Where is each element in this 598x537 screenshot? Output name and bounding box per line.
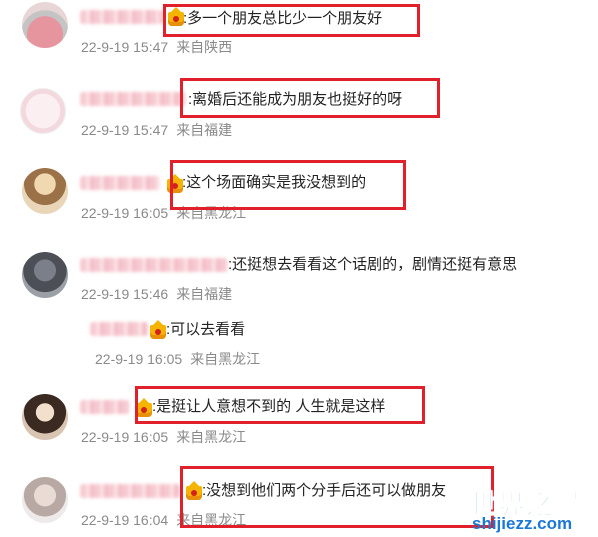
comment-meta: 22-9-19 15:47 来自陕西 [81, 38, 232, 56]
avatar[interactable] [20, 88, 66, 134]
comment-text: :还挺想去看看这个话剧的，剧情还挺有意思 [228, 256, 518, 273]
highlight-box [170, 160, 406, 210]
comment-time: 22-9-19 15:47 [81, 122, 169, 138]
username[interactable] [80, 484, 180, 498]
highlight-box [163, 4, 420, 37]
comment-location: 来自福建 [176, 286, 233, 302]
avatar[interactable] [22, 394, 68, 440]
watermark-url: shijiezz.com [472, 514, 573, 533]
comment-meta: 22-9-19 15:47 来自福建 [81, 121, 232, 139]
highlight-box [180, 466, 494, 528]
highlight-box [135, 386, 425, 424]
comment-location: 来自陕西 [176, 39, 233, 55]
avatar[interactable] [22, 2, 68, 48]
username[interactable] [80, 258, 228, 272]
avatar[interactable] [22, 252, 68, 298]
comment-time: 22-9-19 16:05 [81, 429, 169, 445]
username[interactable] [80, 92, 186, 106]
comment-location: 来自福建 [176, 122, 233, 138]
comment-meta: 22-9-19 16:05 来自黑龙江 [81, 428, 246, 446]
comment-time: 22-9-19 15:46 [81, 286, 169, 302]
username[interactable] [80, 176, 160, 190]
comment-location: 来自黑龙江 [176, 429, 247, 445]
avatar[interactable] [22, 168, 68, 214]
comment-time: 22-9-19 16:05 [95, 351, 183, 367]
comment-location: 来自黑龙江 [190, 351, 261, 367]
comment-time: 22-9-19 15:47 [81, 39, 169, 55]
username[interactable] [80, 10, 164, 24]
comment-text: :可以去看看 [166, 321, 246, 338]
comment-meta: 22-9-19 16:05 来自黑龙江 [95, 350, 260, 368]
comment-time: 22-9-19 16:05 [81, 205, 169, 221]
username[interactable] [80, 400, 130, 414]
comment-time: 22-9-19 16:04 [81, 512, 169, 528]
site-watermark: 世界之最 shijiezz.com [470, 483, 590, 537]
highlight-box [180, 78, 440, 118]
vip-crown-icon [150, 320, 166, 339]
avatar[interactable] [22, 477, 68, 523]
comment-meta: 22-9-19 15:46 来自福建 [81, 285, 232, 303]
username[interactable] [90, 322, 148, 336]
